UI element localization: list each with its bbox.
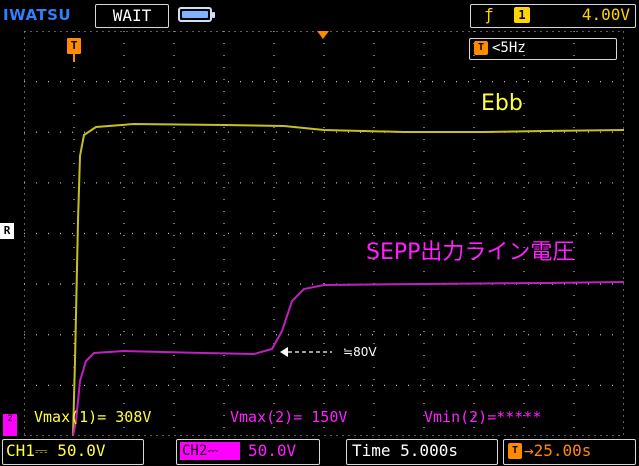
ch1-trace	[72, 122, 624, 436]
ch2-tag: CH2⎓	[180, 442, 240, 460]
label-ebb: Ebb	[481, 91, 523, 116]
trigger-position-icon: T	[508, 443, 522, 459]
run-state-badge[interactable]: WAIT	[95, 4, 169, 28]
annotation-arrow-icon	[280, 347, 332, 357]
battery-icon	[178, 7, 215, 22]
annotation-text: ≒80V	[343, 345, 377, 359]
trigger-channel-badge: 1	[514, 7, 530, 23]
measurement-vmax1: Vmax(1)= 308V	[34, 408, 152, 426]
ch2-scale: 50.0V	[248, 441, 297, 460]
reference-marker[interactable]: R	[0, 223, 14, 239]
frequency-text: <5Hz	[492, 40, 526, 56]
trigger-position-stem	[73, 54, 75, 62]
trigger-level: 4.00V	[581, 5, 630, 24]
trigger-position-marker[interactable]: T	[67, 38, 81, 54]
timebase: Time 5.000s	[352, 441, 458, 460]
measurement-vmax2: Vmax(2)= 150V	[230, 408, 348, 426]
trigger-icon: T	[474, 41, 488, 55]
ch1-scale: CH1⎓ 50.0V	[6, 441, 106, 460]
ch2-ground-marker[interactable]: 2	[3, 414, 17, 436]
trigger-position: →25.00s	[524, 441, 592, 460]
rising-edge-icon: ƒ	[484, 5, 494, 24]
label-sepp: SEPP出力ライン電圧	[366, 240, 575, 265]
measurement-vmin2: Vmin(2)=*****	[424, 408, 542, 426]
brand-logo: IWATSU	[3, 6, 72, 24]
trigger-point-arrow-icon	[317, 31, 329, 39]
